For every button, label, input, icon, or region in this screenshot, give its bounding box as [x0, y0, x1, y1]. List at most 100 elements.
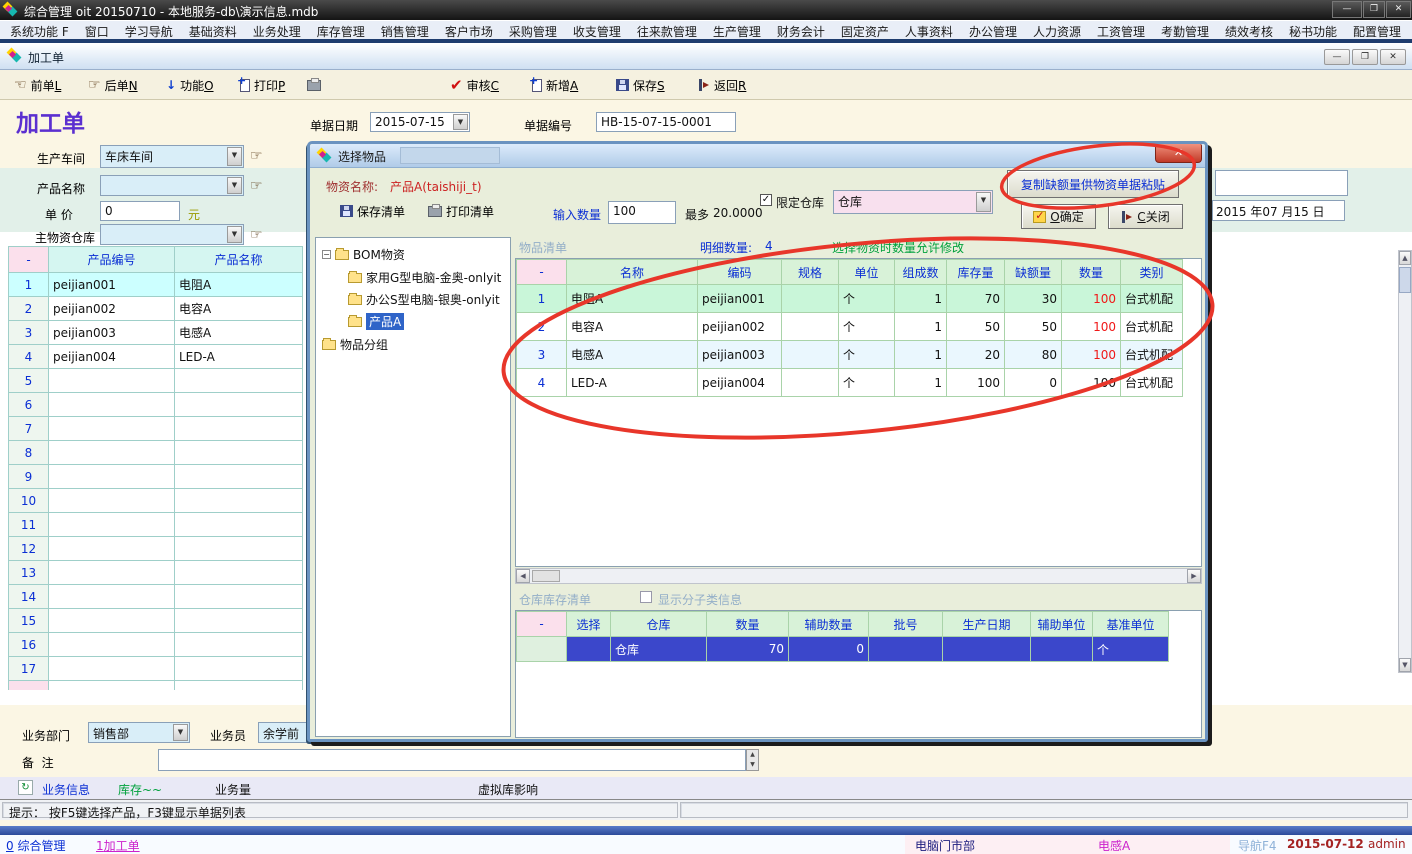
right-date-field[interactable]: 2015 年07 月15 日: [1212, 200, 1345, 221]
nav-f4-label[interactable]: 导航F4: [1238, 837, 1277, 854]
table-row[interactable]: 3peijian003电感A: [9, 321, 303, 345]
menu-item-hr-files[interactable]: 人事资料: [897, 21, 961, 40]
menu-item-performance[interactable]: 绩效考核: [1217, 21, 1281, 40]
table-row[interactable]: 17: [9, 657, 303, 681]
remark-input[interactable]: [158, 749, 746, 771]
scroll-thumb[interactable]: [1399, 267, 1411, 293]
menu-item-config[interactable]: 配置管理: [1345, 21, 1409, 40]
collapse-icon[interactable]: −: [322, 250, 331, 259]
price-input[interactable]: 0: [100, 201, 180, 221]
dialog-close-button[interactable]: ✕: [1155, 144, 1202, 163]
table-row[interactable]: 11: [9, 513, 303, 537]
function-button[interactable]: ↓功能O: [166, 76, 214, 94]
product-combo[interactable]: ▼: [100, 175, 244, 196]
taskbar-item-main[interactable]: 0 综合管理: [6, 837, 65, 854]
table-row[interactable]: 1peijian001电阻A: [9, 273, 303, 297]
menu-item-system[interactable]: 系统功能 F: [2, 21, 77, 40]
menu-item-accounts[interactable]: 往来款管理: [629, 21, 705, 40]
main-vertical-scrollbar[interactable]: ▲ ▼: [1398, 250, 1412, 673]
maximize-button[interactable]: ❐: [1363, 1, 1385, 18]
table-row[interactable]: 7: [9, 417, 303, 441]
refresh-icon[interactable]: ↻: [18, 780, 33, 795]
dialog-titlebar[interactable]: 选择物品: [310, 144, 1205, 168]
scroll-down-icon[interactable]: ▼: [1399, 658, 1411, 672]
remark-spinner[interactable]: ▲▼: [746, 749, 759, 771]
menu-item-basedata[interactable]: 基础资料: [181, 21, 245, 40]
mdi-restore-button[interactable]: ❐: [1352, 49, 1378, 65]
menu-item-business[interactable]: 业务处理: [245, 21, 309, 40]
table-row[interactable]: 6: [9, 393, 303, 417]
minimize-button[interactable]: —: [1332, 1, 1362, 18]
menu-item-sales[interactable]: 销售管理: [373, 21, 437, 40]
chevron-down-icon[interactable]: ▼: [227, 177, 242, 194]
table-row[interactable]: 5: [9, 369, 303, 393]
prev-doc-button[interactable]: ☜前单L: [14, 76, 61, 94]
mdi-close-button[interactable]: ✕: [1380, 49, 1406, 65]
menu-item-purchase[interactable]: 采购管理: [501, 21, 565, 40]
table-row[interactable]: 2peijian002电容A: [9, 297, 303, 321]
workshop-picker-icon[interactable]: ☞: [250, 148, 263, 164]
chevron-down-icon[interactable]: ▼: [227, 147, 242, 166]
chevron-down-icon[interactable]: ▼: [173, 724, 188, 741]
menu-item-assets[interactable]: 固定资产: [833, 21, 897, 40]
menu-item-secretary[interactable]: 秘书功能: [1281, 21, 1345, 40]
table-row[interactable]: 12: [9, 537, 303, 561]
show-subclass-checkbox[interactable]: [640, 591, 652, 603]
table-row[interactable]: 10: [9, 489, 303, 513]
table-row[interactable]: [9, 681, 303, 691]
menu-item-office[interactable]: 办公管理: [961, 21, 1025, 40]
mdi-minimize-button[interactable]: —: [1324, 49, 1350, 65]
menu-item-production[interactable]: 生产管理: [705, 21, 769, 40]
menu-item-learn[interactable]: 学习导航: [117, 21, 181, 40]
menu-item-inventory[interactable]: 库存管理: [309, 21, 373, 40]
row-select-cell[interactable]: [567, 637, 611, 662]
scroll-right-icon[interactable]: ▶: [1187, 569, 1201, 583]
tree-node-item-group[interactable]: 物品分组: [322, 336, 388, 353]
table-row[interactable]: 仓库 70 0 个: [517, 637, 1169, 662]
stock-link[interactable]: 库存~~: [118, 781, 162, 798]
tree-node-bom[interactable]: −BOM物资: [322, 246, 405, 263]
copy-shortage-button[interactable]: 复制缺额量供物资单据粘贴: [1007, 170, 1179, 198]
qty-input[interactable]: 100: [608, 201, 676, 224]
doc-no-input[interactable]: HB-15-07-15-0001: [596, 112, 736, 132]
table-row[interactable]: 15: [9, 609, 303, 633]
print-button[interactable]: 打印P: [240, 76, 285, 94]
close-dialog-button[interactable]: C关闭: [1108, 204, 1183, 229]
warehouse-combo[interactable]: 仓库▼: [833, 190, 993, 214]
limit-warehouse-checkbox[interactable]: ✓: [760, 194, 772, 206]
dept-combo[interactable]: 销售部▼: [88, 722, 190, 743]
menu-item-attendance[interactable]: 考勤管理: [1153, 21, 1217, 40]
product-picker-icon[interactable]: ☞: [250, 178, 263, 194]
back-button[interactable]: 返回R: [698, 76, 746, 94]
chevron-down-icon[interactable]: ▼: [227, 226, 242, 243]
printer-button[interactable]: [307, 76, 321, 94]
scroll-thumb[interactable]: [532, 570, 560, 582]
table-row[interactable]: 9: [9, 465, 303, 489]
table-row[interactable]: 2电容Apeijian002个15050100台式机配: [517, 313, 1183, 341]
scroll-up-icon[interactable]: ▲: [1399, 251, 1411, 265]
table-row[interactable]: 3电感Apeijian003个12080100台式机配: [517, 341, 1183, 369]
menu-item-customer[interactable]: 客户市场: [437, 21, 501, 40]
menu-item-finance[interactable]: 财务会计: [769, 21, 833, 40]
print-list-button[interactable]: 打印清单: [428, 202, 494, 220]
scroll-left-icon[interactable]: ◀: [516, 569, 530, 583]
workshop-combo[interactable]: 车床车间▼: [100, 145, 244, 168]
main-warehouse-combo[interactable]: ▼: [100, 224, 244, 245]
add-button[interactable]: 新增A: [532, 76, 578, 94]
save-button[interactable]: 保存S: [616, 76, 665, 94]
right-text-input[interactable]: [1215, 170, 1348, 196]
audit-button[interactable]: ✔审核C: [450, 76, 499, 94]
save-list-button[interactable]: 保存清单: [340, 202, 405, 220]
tree-node-office-pc[interactable]: 办公S型电脑-银奥-onlyit: [348, 291, 500, 308]
table-row[interactable]: 13: [9, 561, 303, 585]
menu-item-hr[interactable]: 人力资源: [1025, 21, 1089, 40]
table-row[interactable]: 14: [9, 585, 303, 609]
table-row[interactable]: 1电阻Apeijian001个17030100台式机配: [517, 285, 1183, 313]
chevron-down-icon[interactable]: ▼: [976, 192, 991, 212]
tree-node-home-pc[interactable]: 家用G型电脑-金奥-onlyit: [348, 269, 501, 286]
doc-date-combo[interactable]: 2015-07-15▼: [370, 112, 470, 132]
table-row[interactable]: 4LED-Apeijian004个11000100台式机配: [517, 369, 1183, 397]
close-button[interactable]: ✕: [1386, 1, 1411, 18]
warehouse-picker-icon[interactable]: ☞: [250, 227, 263, 243]
chevron-down-icon[interactable]: ▼: [453, 114, 468, 130]
